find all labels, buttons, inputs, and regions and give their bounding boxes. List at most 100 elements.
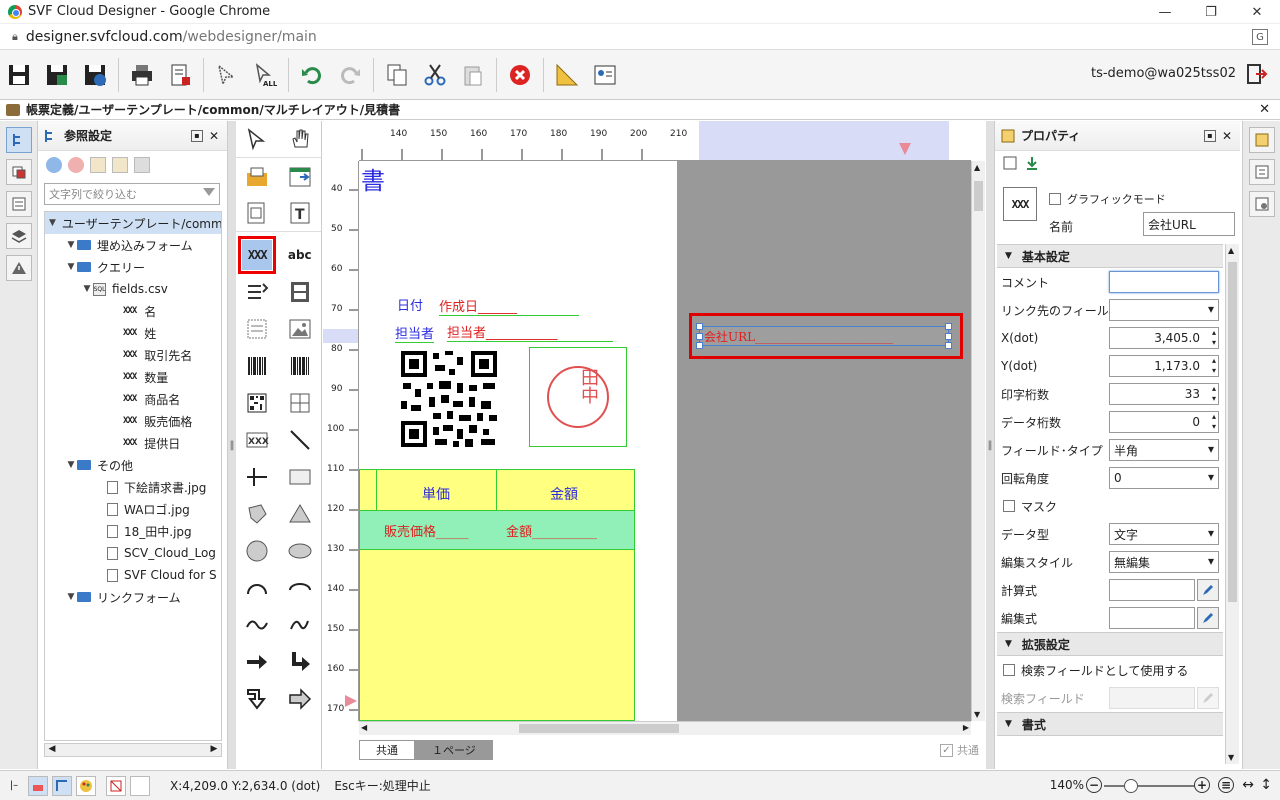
rectangle-tool-icon[interactable]	[285, 462, 315, 492]
canvas-vertical-scrollbar[interactable]: ▲ ▼	[971, 161, 985, 721]
form-page[interactable]: 書 日付 作成日______ 担当者 担当者___________ 田中 単価 …	[359, 161, 677, 721]
record-icon[interactable]	[242, 198, 272, 228]
resize-handle[interactable]	[945, 323, 952, 330]
table-cell-price[interactable]: 販売価格_____	[384, 521, 469, 540]
tree-item-field[interactable]: XXX 提供日	[45, 432, 221, 454]
scroll-up-arrow-icon[interactable]: ▲	[974, 163, 980, 172]
circle-tool-icon[interactable]	[242, 536, 272, 566]
tree-item-field[interactable]: XXX 姓	[45, 322, 221, 344]
tree-item-root[interactable]: ▼ ユーザーテンプレート/comm	[45, 212, 221, 234]
barcode-icon[interactable]	[242, 351, 272, 381]
copy-button[interactable]	[380, 58, 414, 92]
tree-item-field[interactable]: XXX 数量	[45, 366, 221, 388]
scroll-thumb[interactable]	[974, 181, 983, 211]
section-format[interactable]: ▼ 書式	[997, 712, 1223, 736]
field-grid-icon[interactable]: XXX	[242, 425, 272, 455]
layers-tab[interactable]	[6, 223, 32, 249]
property-tab[interactable]	[1249, 127, 1275, 153]
field-type-select[interactable]: 半角	[1109, 439, 1219, 461]
tree-item-file[interactable]: 下絵請求書.jpg	[45, 476, 221, 498]
doc-title-char[interactable]: 書	[361, 161, 385, 196]
pointer-tool-icon[interactable]	[242, 124, 272, 154]
zoom-slider[interactable]	[1104, 779, 1194, 793]
pin-icon[interactable]: ▪	[191, 129, 203, 142]
filter-input[interactable]: 文字列で絞り込む	[44, 183, 220, 205]
line-tool-icon[interactable]	[285, 425, 315, 455]
field-tool-icon[interactable]: XXX	[238, 235, 277, 274]
no-print-icon[interactable]	[106, 775, 126, 796]
tree-item-field[interactable]: XXX 販売価格	[45, 410, 221, 432]
tree-item-field[interactable]: XXX 名	[45, 300, 221, 322]
rotation-select[interactable]: 0	[1109, 467, 1219, 489]
scroll-left-arrow-icon[interactable]: ◀	[45, 744, 59, 754]
zoom-in-button[interactable]: +	[1194, 777, 1210, 793]
table-cell-amount[interactable]: 金額__________	[506, 521, 597, 540]
list-frame-icon[interactable]	[242, 314, 272, 344]
paste-button[interactable]	[456, 58, 490, 92]
left-splitter[interactable]: ‖	[228, 121, 236, 769]
link-field-select[interactable]	[1109, 299, 1219, 321]
table-header-amount[interactable]: 金額	[550, 484, 578, 504]
ellipse-tool-icon[interactable]	[285, 536, 315, 566]
ellipse-arc-icon[interactable]	[285, 573, 315, 603]
arc-tool-icon[interactable]	[242, 573, 272, 603]
tree-item-file[interactable]: SCV_Cloud_Log	[45, 542, 221, 564]
zoom-out-button[interactable]: −	[1086, 777, 1102, 793]
zoom-menu-button[interactable]: ≡	[1218, 777, 1234, 793]
section-basic-settings[interactable]: ▼ 基本設定	[997, 244, 1223, 268]
stamp-frame[interactable]: 田中	[529, 347, 627, 447]
address-bar[interactable]: 🔒︎ designer.svfcloud.com /webdesigner/ma…	[0, 24, 1280, 50]
canvas-horizontal-scrollbar[interactable]: ◀ ▶	[359, 721, 971, 735]
fit-width-icon[interactable]: ↔	[1242, 777, 1254, 793]
minimize-button[interactable]: —	[1142, 0, 1188, 24]
freeform-tool-icon[interactable]	[285, 610, 315, 640]
tree-item-file[interactable]: WAロゴ.jpg	[45, 498, 221, 520]
mask-checkbox[interactable]: マスク	[997, 492, 1223, 520]
graphic-mode-checkbox[interactable]: グラフィックモード	[1049, 191, 1166, 207]
text-tool-icon[interactable]: abc	[285, 240, 315, 270]
repeat-field-icon[interactable]	[242, 277, 272, 307]
company-url-field[interactable]: 会社URL_______________________	[696, 323, 952, 349]
palette-icon[interactable]	[76, 775, 96, 796]
scroll-thumb[interactable]	[1228, 262, 1237, 602]
cross-layout-icon[interactable]	[285, 388, 315, 418]
date-field[interactable]: 作成日______	[439, 296, 579, 316]
comment-input[interactable]	[1109, 271, 1219, 293]
curve-tool-icon[interactable]	[242, 610, 272, 640]
person-field[interactable]: 担当者___________	[447, 322, 613, 342]
resize-handle[interactable]	[696, 333, 703, 340]
tree-item-link-form[interactable]: ▼ リンクフォーム	[45, 586, 221, 608]
warning-tab[interactable]	[6, 255, 32, 281]
layer-list-tab[interactable]	[6, 159, 32, 185]
data-type-select[interactable]: 文字	[1109, 523, 1219, 545]
subform-icon[interactable]	[285, 162, 315, 192]
properties-card-button[interactable]	[588, 58, 622, 92]
frame-toggle-icon[interactable]	[130, 775, 150, 796]
fit-height-icon[interactable]: ↕	[1260, 777, 1272, 793]
corner-icon[interactable]	[52, 775, 72, 796]
section-extended-settings[interactable]: ▼ 拡張設定	[997, 632, 1223, 656]
edit-formula-input[interactable]	[1109, 607, 1195, 629]
close-panel-button[interactable]: ✕	[1222, 129, 1232, 143]
qr-code[interactable]	[399, 349, 499, 449]
text-frame-icon[interactable]: T	[285, 198, 315, 228]
print-digits-input[interactable]: 33	[1109, 383, 1219, 405]
person-label[interactable]: 担当者	[395, 323, 435, 343]
arrow-down-right-icon[interactable]	[242, 684, 272, 714]
restore-button[interactable]: ❐	[1188, 0, 1234, 24]
arrow-right-icon[interactable]	[242, 647, 272, 677]
image-icon[interactable]	[285, 314, 315, 344]
settings-icon[interactable]	[134, 157, 150, 173]
open-form-icon[interactable]	[242, 162, 272, 192]
y-input[interactable]: 1,173.0	[1109, 355, 1219, 377]
pencil-icon[interactable]	[1197, 579, 1219, 601]
tree-item-file[interactable]: SVF Cloud for S	[45, 564, 221, 586]
frame-icon[interactable]	[1003, 156, 1017, 170]
scroll-down-arrow-icon[interactable]: ▼	[1228, 753, 1234, 762]
tree-item-embedded-form[interactable]: ▼ 埋め込みフォーム	[45, 234, 221, 256]
polygon-tool-icon[interactable]	[242, 499, 272, 529]
resize-handle[interactable]	[696, 323, 703, 330]
tree-item-field[interactable]: XXX 商品名	[45, 388, 221, 410]
resize-handle[interactable]	[945, 333, 952, 340]
tree-item-file[interactable]: 18_田中.jpg	[45, 520, 221, 542]
